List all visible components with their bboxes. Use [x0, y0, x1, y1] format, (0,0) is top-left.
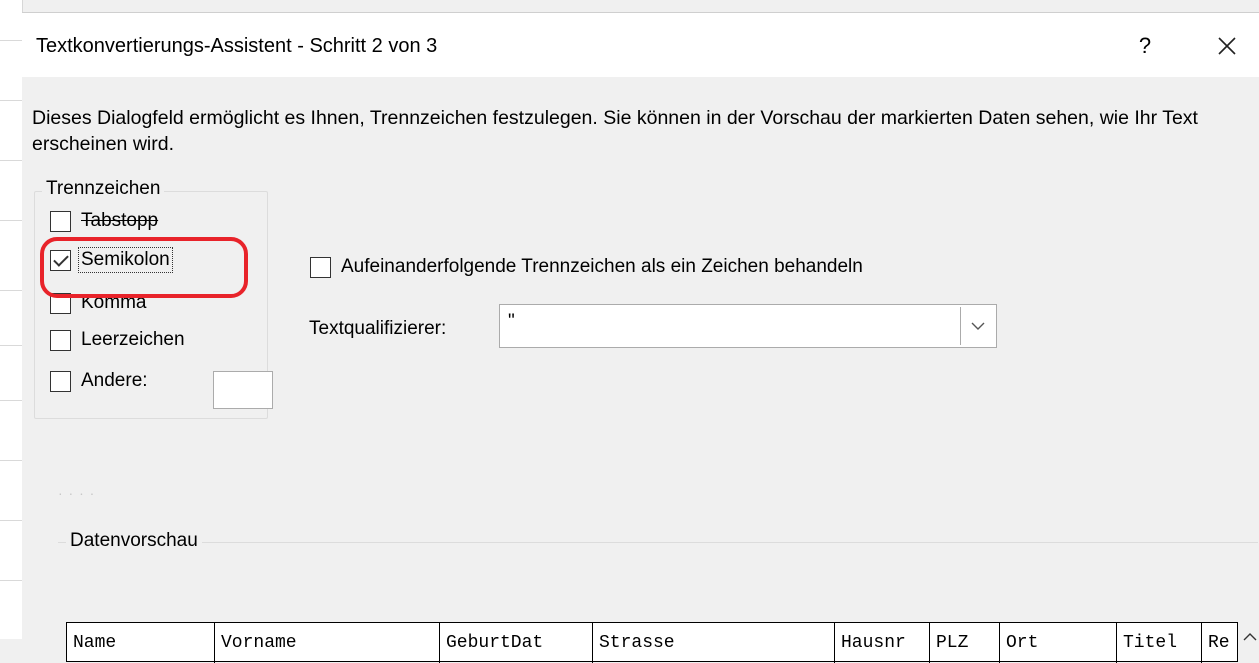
text-qualifier-select[interactable]: " — [499, 304, 997, 348]
preview-column-header[interactable]: Name — [67, 623, 214, 663]
text-qualifier-dropdown-button[interactable] — [960, 307, 994, 345]
separator-dots: · · · · — [58, 485, 96, 501]
text-qualifier-value: " — [508, 311, 515, 332]
preview-column-header[interactable]: Re — [1201, 623, 1237, 663]
dialog-titlebar: Textkonvertierungs-Assistent - Schritt 2… — [22, 13, 1259, 77]
other-label: Andere: — [81, 370, 148, 391]
preview-column-header[interactable]: Hausnr — [834, 623, 929, 663]
dialog-title: Textkonvertierungs-Assistent - Schritt 2… — [36, 35, 438, 57]
space-label: Leerzeichen — [81, 329, 185, 350]
consecutive-checkbox[interactable] — [310, 256, 331, 278]
dialog-description: Dieses Dialogfeld ermöglicht es Ihnen, T… — [32, 107, 1198, 155]
consecutive-delimiters-option[interactable]: Aufeinanderfolgende Trennzeichen als ein… — [310, 255, 865, 279]
consecutive-label: Aufeinanderfolgende Trennzeichen als ein… — [341, 256, 863, 277]
preview-column-header[interactable]: Titel — [1116, 623, 1201, 663]
tab-checkbox[interactable] — [50, 210, 71, 232]
preview-scroll-up-button[interactable] — [1240, 622, 1259, 652]
close-icon — [1218, 37, 1236, 55]
text-qualifier-label: Textqualifizierer: — [309, 318, 447, 339]
data-preview-label: Datenvorschau — [66, 530, 202, 552]
space-delimiter-option[interactable]: Leerzeichen — [50, 328, 187, 352]
preview-column-header[interactable]: GeburtDat — [439, 623, 592, 663]
close-button[interactable] — [1202, 25, 1252, 67]
help-button[interactable]: ? — [1120, 25, 1170, 67]
chevron-down-icon — [971, 322, 984, 330]
spreadsheet-background-strip — [0, 0, 23, 639]
space-checkbox[interactable] — [50, 329, 71, 351]
other-checkbox[interactable] — [50, 370, 71, 392]
delimiters-group-label: Trennzeichen — [42, 178, 165, 200]
tab-delimiter-option[interactable]: Tabstopp — [50, 209, 160, 233]
preview-column-header[interactable]: Vorname — [214, 623, 439, 663]
other-delimiter-option[interactable]: Andere: — [50, 369, 150, 393]
chevron-up-icon — [1243, 633, 1257, 641]
preview-column-header[interactable]: PLZ — [929, 623, 999, 663]
preview-column-header[interactable]: Ort — [999, 623, 1116, 663]
other-delimiter-input[interactable] — [213, 371, 273, 409]
tab-label: Tabstopp — [81, 210, 159, 231]
preview-column-header[interactable]: Strasse — [592, 623, 834, 663]
data-preview-table[interactable]: Name Vorname GeburtDat Strasse Hausnr PL… — [66, 622, 1238, 663]
red-highlight-annotation — [40, 237, 248, 298]
text-import-wizard-dialog: Textkonvertierungs-Assistent - Schritt 2… — [22, 12, 1259, 663]
